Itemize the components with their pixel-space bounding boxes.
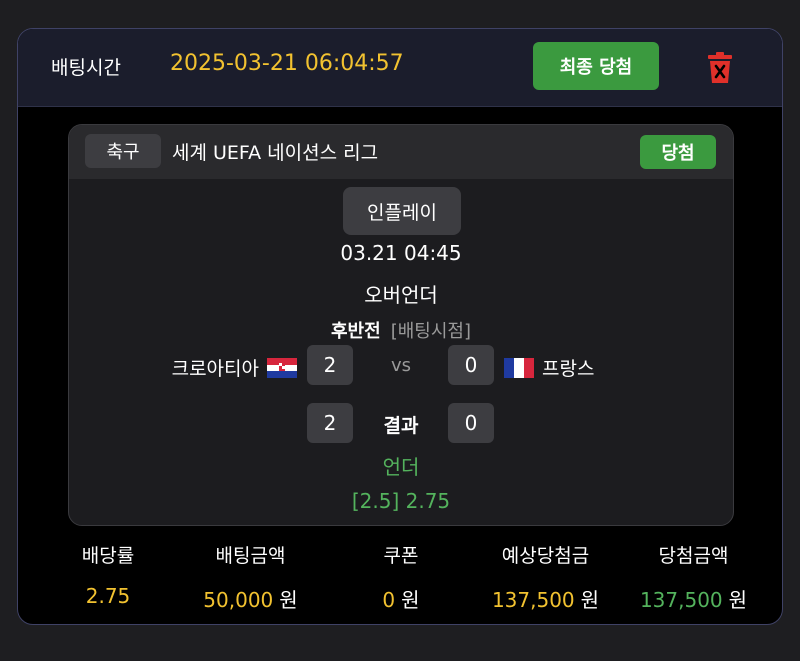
win-amount-label: 당첨금액 xyxy=(658,545,729,567)
final-win-button[interactable]: 최종 당첨 xyxy=(533,42,659,90)
trash-icon[interactable] xyxy=(707,52,733,84)
bet-time-label: 배팅시간 xyxy=(51,57,121,79)
odds-label: 배당률 xyxy=(81,545,135,567)
odds-value: 2.75 xyxy=(85,584,131,608)
croatia-flag-icon xyxy=(267,357,297,378)
result-label: 결과 xyxy=(383,415,419,437)
match-time: 03.21 04:45 xyxy=(340,241,462,265)
expected-win: 137,500 원 xyxy=(473,584,618,613)
summary-win-amount: 당첨금액 137,500 원 xyxy=(621,541,766,613)
home-score-at-bet: 2 xyxy=(307,345,353,385)
summary-bet-amount: 배팅금액 50,000 원 xyxy=(183,541,318,613)
currency-unit: 원 xyxy=(401,588,420,612)
win-amount-value: 137,500 xyxy=(639,588,723,612)
bet-time-value: 2025-03-21 06:04:57 xyxy=(170,51,404,76)
market-type: 오버언더 xyxy=(364,283,438,307)
expected-win-value: 137,500 xyxy=(491,588,575,612)
expected-win-label: 예상당첨금 xyxy=(501,545,590,567)
bet-card-header: 배팅시간 2025-03-21 06:04:57 최종 당첨 xyxy=(18,29,782,107)
currency-unit: 원 xyxy=(580,588,600,612)
summary-odds: 배당률 2.75 xyxy=(60,541,156,608)
period-line: 후반전 [배팅시점] xyxy=(69,317,733,343)
summary-expected-win: 예상당첨금 137,500 원 xyxy=(473,541,618,613)
period: 후반전 xyxy=(331,321,381,342)
bet-amount-value: 50,000 xyxy=(203,588,274,612)
away-team-name: 프랑스 xyxy=(542,358,595,380)
match-header: 축구 세계 UEFA 네이션스 리그 당첨 xyxy=(69,125,733,179)
bet-amount: 50,000 원 xyxy=(183,584,318,613)
currency-unit: 원 xyxy=(728,588,748,612)
odds-line: [2.5] 2.75 xyxy=(351,489,451,513)
summary-coupon: 쿠폰 0원 xyxy=(356,541,446,613)
win-amount: 137,500 원 xyxy=(621,584,766,613)
home-team-name: 크로아티아 xyxy=(171,358,259,380)
status-badge: 당첨 xyxy=(640,135,716,169)
coupon-value: 0 xyxy=(382,588,396,612)
away-score-at-bet: 0 xyxy=(448,345,494,385)
sport-tag: 축구 xyxy=(85,134,161,168)
currency-unit: 원 xyxy=(279,588,298,612)
coupon-label: 쿠폰 xyxy=(383,545,419,567)
bet-card: 배팅시간 2025-03-21 06:04:57 최종 당첨 축구 세계 UEF… xyxy=(17,28,783,625)
bet-amount-label: 배팅금액 xyxy=(215,545,286,567)
home-score-result: 2 xyxy=(307,403,353,443)
bet-point-label: [배팅시점] xyxy=(390,321,471,342)
match-box: 축구 세계 UEFA 네이션스 리그 당첨 인플레이 03.21 04:45 오… xyxy=(68,124,734,526)
inplay-tag: 인플레이 xyxy=(343,187,461,235)
bet-pick: 언더 xyxy=(382,455,420,479)
league-name: 세계 UEFA 네이션스 리그 xyxy=(172,142,379,164)
away-score-result: 0 xyxy=(448,403,494,443)
vs-label: vs xyxy=(390,355,412,376)
away-team: 프랑스 xyxy=(504,354,594,381)
france-flag-icon xyxy=(504,357,534,378)
home-team: 크로아티아 xyxy=(172,354,297,381)
coupon: 0원 xyxy=(356,584,446,613)
